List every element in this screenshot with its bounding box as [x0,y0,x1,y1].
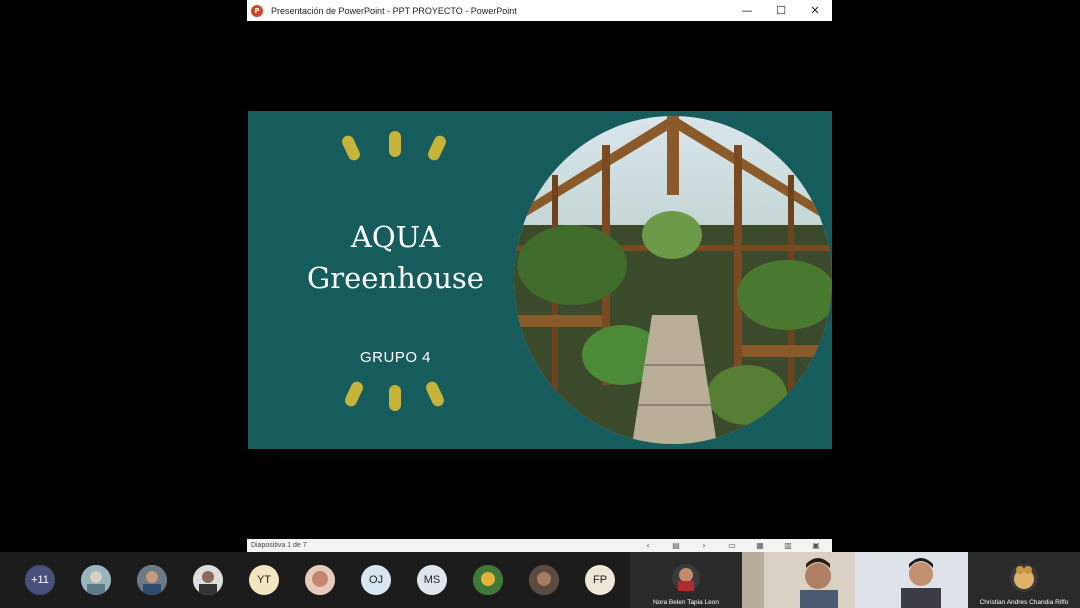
next-slide-icon[interactable]: › [692,540,716,551]
prev-slide-icon[interactable]: ‹ [636,540,660,551]
participant-avatar[interactable]: OJ [361,565,391,595]
participant-video-feed [855,552,968,608]
screen: P Presentación de PowerPoint - PPT PROYE… [0,0,1080,608]
participant-avatar[interactable] [193,565,223,595]
accent-dash [424,379,446,409]
slide-title-line1: AQUA [350,220,441,254]
participant-video[interactable] [855,552,968,608]
profile-photo-icon [193,565,223,595]
slide-subtitle: GRUPO 4 [359,349,431,366]
participant-avatar[interactable]: YT [249,565,279,595]
profile-photo-icon [529,565,559,595]
participant-avatar[interactable]: MS [417,565,447,595]
normal-view-icon[interactable]: ▭ [720,540,744,551]
minimize-button[interactable]: — [730,0,764,21]
participants-strip: +11 YT OJ MS FP Nora Belen Tapia Leon Ch… [0,552,1080,608]
reading-view-icon[interactable]: ▥ [776,540,800,551]
accent-dash [426,133,448,163]
window-controls: — ☐ ✕ [730,0,832,21]
participant-tile[interactable]: Christian Andres Chandia Riffo [968,552,1080,608]
title-bar: P Presentación de PowerPoint - PPT PROYE… [247,0,832,21]
accent-dash [389,131,401,157]
participant-avatar[interactable] [305,565,335,595]
profile-photo-icon [305,565,335,595]
participant-name: Nora Belen Tapia Leon [652,599,719,606]
more-participants-button[interactable]: +11 [25,565,55,595]
profile-photo-icon [473,565,503,595]
participant-tile[interactable]: Nora Belen Tapia Leon [630,552,742,608]
maximize-button[interactable]: ☐ [764,0,798,21]
profile-photo-icon [137,565,167,595]
window-title: Presentación de PowerPoint - PPT PROYECT… [271,5,517,16]
participant-name: Christian Andres Chandia Riffo [979,599,1069,606]
participant-avatar[interactable] [137,565,167,595]
participant-video[interactable] [742,552,855,608]
accent-dash [389,385,401,411]
slideshow-icon[interactable]: ▣ [804,540,828,551]
participant-avatar[interactable] [473,565,503,595]
powerpoint-icon: P [251,4,263,17]
slide-title-line2: Greenhouse [307,261,484,295]
view-controls: ‹ ▤ › ▭ ▦ ▥ ▣ [636,540,828,551]
accent-dash [340,133,362,163]
accent-dash [343,379,365,409]
participant-avatar[interactable] [81,565,111,595]
profile-photo-icon [81,565,111,595]
close-button[interactable]: ✕ [798,0,832,21]
participant-avatar[interactable] [529,565,559,595]
slide-sorter-icon[interactable]: ▦ [748,540,772,551]
slide-menu-icon[interactable]: ▤ [664,540,688,551]
slide-counter: Diapositiva 1 de 7 [251,542,307,549]
participant-video-feed [742,552,855,608]
slide-title: AQUA Greenhouse [288,217,503,299]
status-bar: Diapositiva 1 de 7 ‹ ▤ › ▭ ▦ ▥ ▣ [247,539,832,552]
slide-canvas[interactable]: AQUA Greenhouse GRUPO 4 [248,111,832,449]
participant-avatar[interactable]: FP [585,565,615,595]
greenhouse-photo [514,116,832,444]
powerpoint-window: P Presentación de PowerPoint - PPT PROYE… [247,0,832,552]
